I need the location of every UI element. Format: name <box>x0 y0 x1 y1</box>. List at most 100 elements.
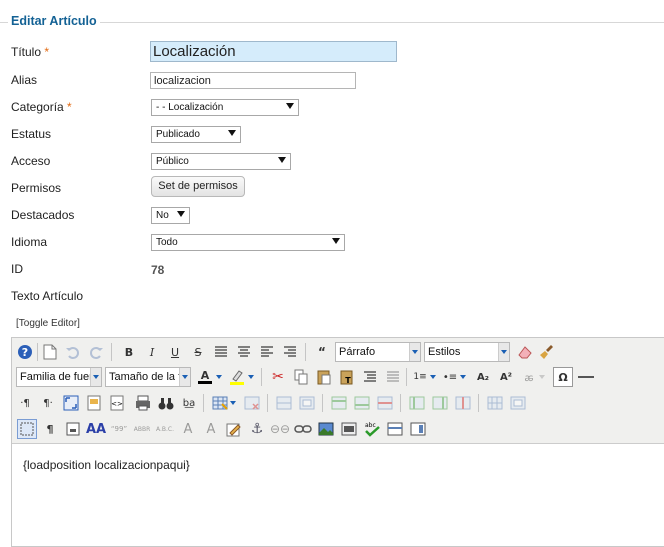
underline-icon[interactable]: U <box>165 342 185 362</box>
delete-table-icon[interactable] <box>242 393 262 413</box>
svg-text:<>: <> <box>111 400 123 408</box>
anchor-insert-icon[interactable]: ⚓ <box>247 419 267 439</box>
text-color-icon[interactable]: A <box>195 367 215 387</box>
delete-row-icon[interactable] <box>375 393 395 413</box>
rich-text-editor: ? B I U S “ Párrafo Estilos Familia de f… <box>11 337 664 547</box>
ltr-icon[interactable]: ·¶ <box>15 393 35 413</box>
numbered-list-dropdown-icon[interactable] <box>428 367 438 387</box>
subscript-icon[interactable]: A₂ <box>473 367 493 387</box>
align-left-icon[interactable] <box>257 342 277 362</box>
attributes-icon[interactable] <box>224 419 244 439</box>
numbered-list-icon[interactable]: 1≡ <box>410 367 430 387</box>
justify-icon[interactable] <box>211 342 231 362</box>
help-icon[interactable]: ? <box>15 342 35 362</box>
insert-col-before-icon[interactable] <box>407 393 427 413</box>
font-family-dropdown[interactable]: Familia de fuer <box>16 367 102 387</box>
toolbar-row-3: ·¶ ¶· <> b͟a <box>15 393 664 417</box>
text-color-dropdown-icon[interactable] <box>214 367 224 387</box>
split-cells-icon[interactable] <box>485 393 505 413</box>
superscript-icon[interactable]: A² <box>496 367 516 387</box>
dropdown-arrow-icon <box>90 368 101 386</box>
language-select[interactable]: Todo <box>151 234 345 251</box>
merge-cells-icon[interactable] <box>508 393 528 413</box>
paragraph-format-dropdown[interactable]: Párrafo <box>335 342 421 362</box>
special-char-icon[interactable]: Ω <box>553 367 573 387</box>
toggle-editor-link[interactable]: [Toggle Editor] <box>16 318 80 329</box>
title-input[interactable] <box>150 41 397 62</box>
visual-aid-icon[interactable] <box>17 419 37 439</box>
pagebreak-icon[interactable] <box>408 419 428 439</box>
rtl-icon[interactable]: ¶· <box>38 393 58 413</box>
table-dropdown-icon[interactable] <box>228 393 238 413</box>
highlight-color-icon[interactable] <box>227 367 247 387</box>
bold-icon[interactable]: B <box>119 342 139 362</box>
undo-icon[interactable] <box>63 342 83 362</box>
editor-content-area[interactable]: {loadposition localizacionpaqui} <box>12 445 664 545</box>
featured-label: Destacados <box>11 208 75 222</box>
insert-table-icon[interactable] <box>210 393 230 413</box>
show-blocks-icon[interactable]: ¶ <box>40 419 60 439</box>
paste-icon[interactable] <box>314 367 334 387</box>
highlight-dropdown-icon[interactable] <box>246 367 256 387</box>
cut-icon[interactable]: ✂ <box>268 367 288 387</box>
image-icon[interactable] <box>316 419 336 439</box>
paste-word-icon[interactable] <box>360 367 380 387</box>
language-label: Idioma <box>11 235 48 249</box>
spellcheck-icon[interactable]: abc <box>362 419 382 439</box>
font-family-value: Familia de fuer <box>20 371 93 383</box>
new-document-icon[interactable] <box>40 342 60 362</box>
bullet-list-dropdown-icon[interactable] <box>458 367 468 387</box>
horizontal-rule-icon[interactable] <box>576 367 596 387</box>
row-props-icon[interactable] <box>274 393 294 413</box>
search-binoculars-icon[interactable] <box>156 393 176 413</box>
align-center-icon[interactable] <box>234 342 254 362</box>
link-icon[interactable] <box>293 419 313 439</box>
insert-row-before-icon[interactable] <box>329 393 349 413</box>
anchor-dropdown-icon[interactable] <box>537 367 547 387</box>
insert-col-after-icon[interactable] <box>430 393 450 413</box>
copy-icon[interactable] <box>291 367 311 387</box>
unlink-icon[interactable]: ⊖⊖ <box>270 419 290 439</box>
align-right-icon[interactable] <box>280 342 300 362</box>
permissions-button[interactable]: Set de permisos <box>151 176 245 197</box>
dropdown-arrow-icon <box>278 157 286 163</box>
cleanup-broom-icon[interactable] <box>537 342 557 362</box>
print-icon[interactable] <box>133 393 153 413</box>
strikethrough-icon[interactable]: S <box>188 342 208 362</box>
anchor-icon[interactable]: ꬱ <box>519 367 539 387</box>
layer-icon[interactable] <box>385 419 405 439</box>
delete-text-icon[interactable]: A <box>178 419 198 439</box>
fullscreen-icon[interactable] <box>61 393 81 413</box>
styles-dropdown[interactable]: Estilos <box>424 342 510 362</box>
non-breaking-icon[interactable] <box>63 419 83 439</box>
style-props-icon[interactable]: AA <box>86 419 106 439</box>
eraser-icon[interactable] <box>515 342 535 362</box>
blockquote-icon[interactable]: “ <box>312 342 332 362</box>
delete-col-icon[interactable] <box>453 393 473 413</box>
status-select[interactable]: Publicado <box>151 126 241 143</box>
italic-icon[interactable]: I <box>142 342 162 362</box>
paste-text-icon[interactable]: T <box>337 367 357 387</box>
insert-row-after-icon[interactable] <box>352 393 372 413</box>
alias-input[interactable] <box>150 72 356 89</box>
replace-icon[interactable]: b͟a <box>179 393 199 413</box>
cite-icon[interactable]: “99” <box>109 419 129 439</box>
dropdown-arrow-icon <box>179 368 190 386</box>
template-icon[interactable] <box>84 393 104 413</box>
cell-props-icon[interactable] <box>297 393 317 413</box>
html-source-icon[interactable]: <> <box>107 393 127 413</box>
featured-select-value: No <box>156 210 169 221</box>
bullet-list-icon[interactable]: •≡ <box>440 367 460 387</box>
acronym-icon[interactable]: A.B.C. <box>155 419 175 439</box>
insert-text-icon[interactable]: A <box>201 419 221 439</box>
select-all-icon[interactable] <box>383 367 403 387</box>
redo-icon[interactable] <box>86 342 106 362</box>
category-select[interactable]: - - Localización <box>151 99 299 116</box>
toolbar-separator <box>400 394 401 412</box>
title-label-text: Título <box>11 45 42 59</box>
abbr-icon[interactable]: ABBR <box>132 419 152 439</box>
editor-content-text[interactable]: {loadposition localizacionpaqui} <box>23 458 190 472</box>
access-select[interactable]: Público <box>151 153 291 170</box>
featured-select[interactable]: No <box>151 207 190 224</box>
font-size-dropdown[interactable]: Tamaño de la f <box>105 367 191 387</box>
